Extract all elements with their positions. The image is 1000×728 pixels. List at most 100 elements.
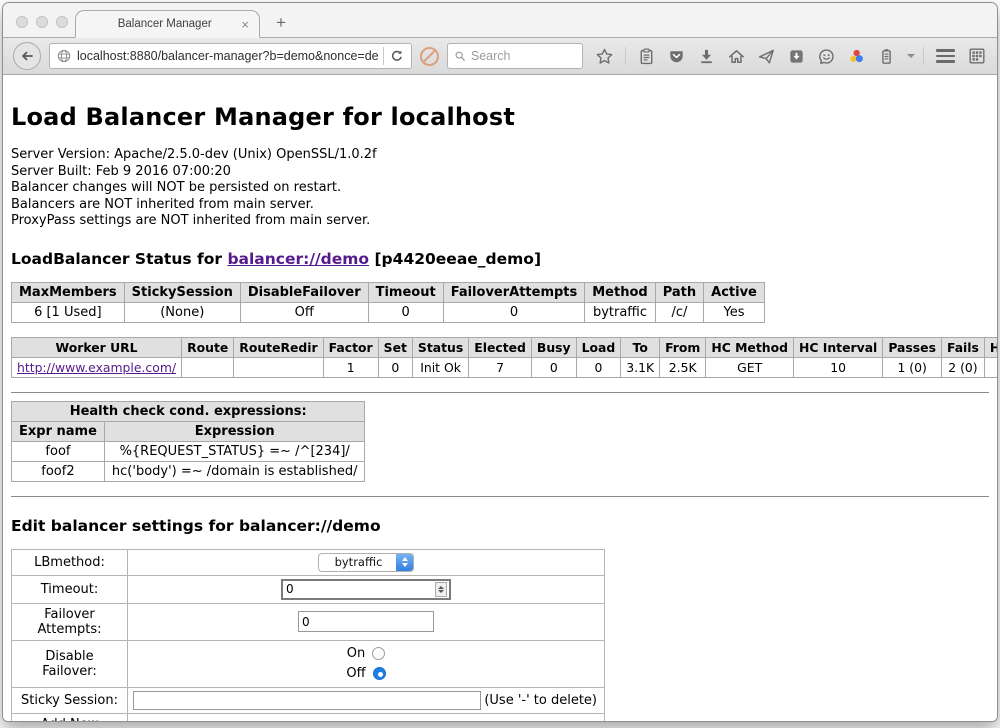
page-title: Load Balancer Manager for localhost — [11, 103, 989, 131]
radio-off[interactable] — [373, 667, 386, 680]
worker-table: Worker URL Route RouteRedir Factor Set S… — [11, 337, 997, 378]
health-check-title: Health check cond. expressions: — [12, 401, 365, 421]
window-minimize-button[interactable] — [36, 16, 48, 28]
divider-1 — [11, 392, 989, 393]
send-tab-button[interactable] — [757, 47, 776, 66]
content-blocked-button[interactable] — [420, 47, 439, 66]
edit-balancer-form: LBmethod: bytraffic Timeout: 0 — [11, 549, 605, 722]
toolbar-buttons — [595, 47, 915, 66]
bookmark-star-button[interactable] — [595, 47, 614, 66]
downloads-button[interactable] — [697, 47, 716, 66]
tab-title: Balancer Manager — [90, 18, 239, 30]
blocked-icon — [420, 47, 439, 66]
window-close-button[interactable] — [16, 16, 28, 28]
url-bar[interactable]: localhost:8880/balancer-manager?b=demo&n… — [49, 43, 412, 69]
browser-window: Balancer Manager × + localhost:8880/bala… — [2, 2, 998, 722]
reading-list-button[interactable] — [637, 47, 656, 66]
worker-value-row: http://www.example.com/ 1 0 Init Ok 7 0 … — [12, 357, 998, 377]
disable-failover-label: Disable Failover: — [12, 640, 128, 687]
feedback-button[interactable] — [817, 47, 836, 66]
download-arrow-icon — [697, 47, 716, 66]
lbmethod-row: LBmethod: bytraffic — [12, 549, 605, 575]
select-stepper-icon — [396, 553, 413, 572]
worker-url-link[interactable]: http://www.example.com/ — [17, 360, 176, 375]
sticky-session-input[interactable] — [133, 691, 481, 710]
lbmethod-select[interactable]: bytraffic — [318, 553, 415, 572]
toolbar-separator-2 — [923, 47, 924, 65]
send-icon — [757, 47, 776, 66]
battery-extension-button[interactable] — [877, 47, 896, 66]
off-label: Off — [346, 666, 365, 681]
edit-settings-heading: Edit balancer settings for balancer://de… — [11, 517, 989, 535]
radio-on[interactable] — [372, 647, 385, 660]
pocket-button[interactable] — [667, 47, 686, 66]
url-separator — [383, 47, 384, 65]
home-icon — [727, 47, 746, 66]
add-worker-label: Add New Worker: — [12, 713, 128, 722]
reload-icon — [389, 48, 405, 64]
sticky-session-label: Sticky Session: — [12, 687, 128, 713]
number-stepper-icon[interactable] — [435, 582, 447, 597]
server-info: Server Version: Apache/2.5.0-dev (Unix) … — [11, 147, 989, 230]
clipboard-icon — [637, 47, 656, 66]
search-icon — [454, 49, 466, 63]
timeout-label: Timeout: — [12, 575, 128, 603]
add-worker-row: Add New Worker: Are you sure? — [12, 713, 605, 722]
panel-download-icon — [787, 47, 806, 66]
globe-icon — [56, 48, 72, 64]
chat-smiley-icon — [817, 47, 836, 66]
star-icon — [595, 47, 614, 66]
tab-balancer-manager[interactable]: Balancer Manager × — [75, 10, 260, 38]
balancer-header-row: MaxMembers StickySession DisableFailover… — [12, 282, 765, 302]
colored-dots-icon — [847, 47, 866, 66]
hc-row-foof2: foof2 hc('body') =~ /domain is establish… — [12, 461, 365, 481]
toolbar-separator — [625, 47, 626, 65]
failover-attempts-row: Failover Attempts: 0 — [12, 603, 605, 640]
hc-row-foof: foof %{REQUEST_STATUS} =~ /^[234]/ — [12, 441, 365, 461]
page-content: Load Balancer Manager for localhost Serv… — [3, 75, 997, 722]
panel-download-button[interactable] — [787, 47, 806, 66]
lbmethod-label: LBmethod: — [12, 549, 128, 575]
sticky-session-hint: (Use '-' to delete) — [484, 693, 599, 708]
inherit-note: Balancers are NOT inherited from main se… — [11, 197, 989, 214]
proxypass-note: ProxyPass settings are NOT inherited fro… — [11, 213, 989, 230]
balancer-demo-link[interactable]: balancer://demo — [227, 250, 369, 268]
failover-attempts-input[interactable]: 0 — [298, 611, 434, 632]
extension-dots-button[interactable] — [847, 47, 866, 66]
back-icon — [18, 47, 36, 65]
balancer-value-row: 6 [1 Used] (None) Off 0 0 bytraffic /c/ … — [12, 302, 765, 322]
disable-failover-row: Disable Failover: On Off — [12, 640, 605, 687]
battery-icon — [877, 47, 896, 66]
loadbalancer-status-heading: LoadBalancer Status for balancer://demo … — [11, 250, 989, 268]
new-tab-button[interactable]: + — [276, 14, 286, 31]
grid-icon — [967, 46, 987, 66]
failover-attempts-label: Failover Attempts: — [12, 603, 128, 640]
server-built: Server Built: Feb 9 2016 07:00:20 — [11, 164, 989, 181]
menu-button[interactable] — [936, 49, 955, 62]
sticky-session-row: Sticky Session: (Use '-' to delete) — [12, 687, 605, 713]
on-label: On — [347, 646, 365, 661]
dropdown-caret-icon[interactable] — [907, 54, 915, 58]
timeout-row: Timeout: 0 — [12, 575, 605, 603]
home-button[interactable] — [727, 47, 746, 66]
pocket-icon — [667, 47, 686, 66]
grid-panel-button[interactable] — [967, 46, 987, 66]
reload-button[interactable] — [389, 48, 405, 64]
health-check-table: Health check cond. expressions: Expr nam… — [11, 401, 365, 482]
url-text[interactable]: localhost:8880/balancer-manager?b=demo&n… — [77, 49, 378, 63]
balancer-status-table: MaxMembers StickySession DisableFailover… — [11, 282, 765, 323]
divider-2 — [11, 496, 989, 497]
search-bar[interactable] — [447, 43, 583, 69]
navigation-toolbar: localhost:8880/balancer-manager?b=demo&n… — [3, 38, 997, 75]
worker-header-row: Worker URL Route RouteRedir Factor Set S… — [12, 337, 998, 357]
timeout-input[interactable]: 0 — [281, 579, 451, 600]
window-controls — [16, 16, 68, 28]
window-zoom-button[interactable] — [56, 16, 68, 28]
back-button[interactable] — [13, 42, 41, 70]
toolbar-right-group — [923, 46, 987, 66]
persist-note: Balancer changes will NOT be persisted o… — [11, 180, 989, 197]
search-input[interactable] — [471, 49, 576, 63]
tab-close-icon[interactable]: × — [239, 18, 251, 31]
hamburger-menu-icon — [936, 49, 955, 51]
server-version: Server Version: Apache/2.5.0-dev (Unix) … — [11, 147, 989, 164]
